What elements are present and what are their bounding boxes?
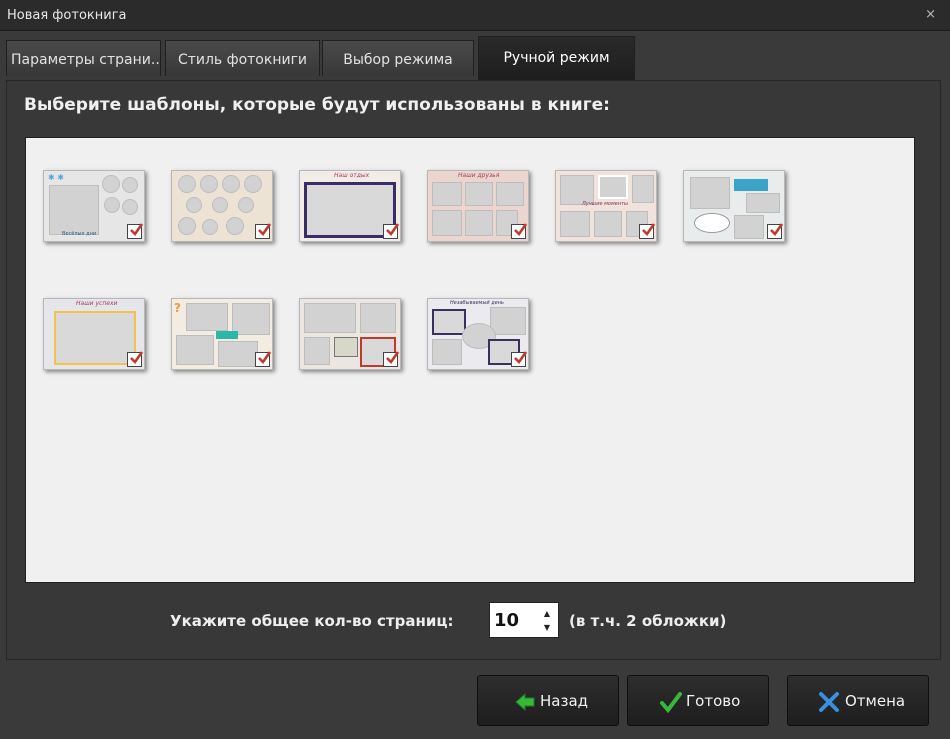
photo-placeholder xyxy=(218,341,258,367)
page-count-stepper[interactable]: 10 ▲ ▼ xyxy=(489,602,559,638)
photo-placeholder xyxy=(432,182,462,206)
template-checkbox[interactable] xyxy=(511,351,528,367)
note-card-decor xyxy=(334,337,358,357)
template-thumbnail-1[interactable]: ✱ ✱ Весёлые дни xyxy=(43,170,145,242)
photo-placeholder xyxy=(432,339,462,365)
question-mark-decor-icon: ? xyxy=(174,301,181,315)
page-count-label: Укажите общее кол-во страниц: xyxy=(170,612,454,630)
snowflake-decor-icon: ✱ ✱ xyxy=(48,173,64,182)
photo-placeholder xyxy=(122,177,138,193)
template-checkbox[interactable] xyxy=(255,351,272,367)
paint-splash-decor xyxy=(216,331,238,339)
back-button[interactable]: Назад xyxy=(477,675,619,726)
page-count-note: (в т.ч. 2 обложки) xyxy=(569,612,727,630)
photo-placeholder xyxy=(178,217,196,235)
photo-placeholder xyxy=(598,175,628,199)
tab-book-style[interactable]: Стиль фотокниги xyxy=(165,40,320,76)
photo-placeholder xyxy=(178,175,196,193)
photo-placeholder xyxy=(560,211,590,237)
arrow-left-icon xyxy=(514,691,536,713)
x-icon xyxy=(818,691,840,713)
checkmark-icon xyxy=(660,691,682,714)
done-button-label: Готово xyxy=(686,692,741,710)
photo-placeholder xyxy=(122,199,138,215)
template-checkbox[interactable] xyxy=(511,223,528,239)
template-thumbnail-4[interactable]: Наши друзья xyxy=(427,170,529,242)
template-checkbox[interactable] xyxy=(383,351,400,367)
photo-placeholder xyxy=(432,309,466,335)
done-button[interactable]: Готово xyxy=(627,675,769,726)
template-caption: Лучшие моменты xyxy=(582,201,628,207)
template-thumbnail-8[interactable]: ? xyxy=(171,298,273,370)
template-title: Наши друзья xyxy=(458,172,500,179)
photo-placeholder xyxy=(102,175,120,193)
photo-placeholder xyxy=(212,197,228,213)
photo-placeholder xyxy=(186,303,228,331)
cancel-button[interactable]: Отмена xyxy=(787,675,929,726)
title-bar: Новая фотокнига × xyxy=(0,0,950,31)
template-title: Незабываемый день xyxy=(450,300,504,306)
template-thumbnail-9[interactable] xyxy=(299,298,401,370)
photo-placeholder xyxy=(200,175,218,193)
template-checkbox[interactable] xyxy=(127,223,144,239)
page-count-value[interactable]: 10 xyxy=(494,610,519,631)
photo-placeholder xyxy=(304,303,356,333)
photo-placeholder xyxy=(594,211,622,237)
template-checkbox[interactable] xyxy=(639,223,656,239)
photo-placeholder xyxy=(202,219,218,235)
photo-placeholder xyxy=(465,210,493,236)
photo-placeholder xyxy=(186,197,202,213)
template-checkbox[interactable] xyxy=(255,223,272,239)
template-thumbnail-7[interactable]: Наши успехи xyxy=(43,298,145,370)
template-title: Наш отдых xyxy=(334,172,370,179)
photo-placeholder xyxy=(746,193,780,213)
speech-bubble-decor xyxy=(694,213,730,233)
photo-placeholder xyxy=(222,175,240,193)
page-heading: Выберите шаблоны, которые будут использо… xyxy=(24,95,610,115)
photo-placeholder xyxy=(176,335,214,365)
photo-placeholder xyxy=(49,185,99,235)
template-checkbox[interactable] xyxy=(127,351,144,367)
template-title: Наши успехи xyxy=(76,300,118,307)
photo-placeholder xyxy=(238,197,254,213)
photo-placeholder xyxy=(432,210,462,236)
stepper-up-icon[interactable]: ▲ xyxy=(544,609,550,618)
tab-page-params[interactable]: Параметры страни... xyxy=(6,40,161,76)
photo-placeholder xyxy=(304,337,330,365)
photo-placeholder xyxy=(226,217,244,235)
photo-placeholder xyxy=(104,197,120,213)
template-thumbnail-10[interactable]: Незабываемый день xyxy=(427,298,529,370)
photo-placeholder xyxy=(496,182,524,206)
paint-splash-decor xyxy=(734,179,768,191)
stepper-down-icon[interactable]: ▼ xyxy=(544,623,550,632)
close-icon[interactable]: × xyxy=(925,7,936,22)
template-thumbnail-6[interactable] xyxy=(683,170,785,242)
template-thumbnail-5[interactable]: Лучшие моменты xyxy=(555,170,657,242)
template-gallery: ✱ ✱ Весёлые дни Наш отдых Наши друзья Лу… xyxy=(25,137,915,583)
tab-mode-select[interactable]: Выбор режима xyxy=(322,40,474,76)
template-caption: Весёлые дни xyxy=(62,231,97,237)
template-thumbnail-3[interactable]: Наш отдых xyxy=(299,170,401,242)
template-checkbox[interactable] xyxy=(383,223,400,239)
photo-placeholder xyxy=(54,311,136,365)
template-thumbnail-2[interactable] xyxy=(171,170,273,242)
wizard-tabs: Параметры страни... Стиль фотокниги Выбо… xyxy=(0,36,950,116)
template-checkbox[interactable] xyxy=(767,223,784,239)
photo-placeholder xyxy=(734,215,764,239)
photo-placeholder xyxy=(490,307,526,335)
photo-placeholder xyxy=(244,175,262,193)
window-title: Новая фотокнига xyxy=(7,8,127,23)
photo-placeholder xyxy=(632,175,654,203)
photo-placeholder xyxy=(465,182,493,206)
cancel-button-label: Отмена xyxy=(845,692,906,710)
tab-manual-mode[interactable]: Ручной режим xyxy=(478,36,635,80)
back-button-label: Назад xyxy=(540,692,589,710)
photo-placeholder xyxy=(360,303,396,333)
photo-placeholder xyxy=(690,177,730,209)
